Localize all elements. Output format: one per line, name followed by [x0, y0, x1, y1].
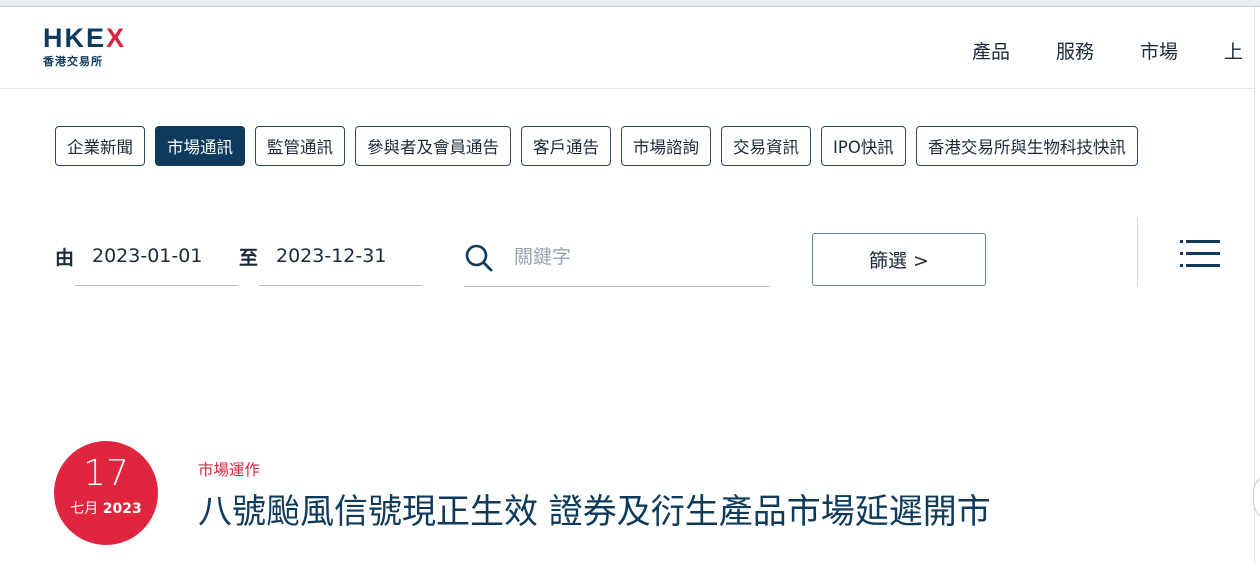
tab-regulatory-communications[interactable]: 監管通訊 — [255, 126, 345, 166]
nav-services[interactable]: 服務 — [1056, 37, 1094, 64]
top-navigation: 產品 服務 市場 上 — [972, 37, 1260, 64]
to-label: 至 — [239, 247, 259, 269]
tab-client-notices[interactable]: 客戶通告 — [521, 126, 611, 166]
nav-listing[interactable]: 上 — [1224, 37, 1243, 64]
logo-subtitle: 香港交易所 — [43, 55, 103, 68]
news-category[interactable]: 市場運作 — [198, 458, 260, 480]
hamburger-menu-icon[interactable] — [1180, 238, 1220, 270]
news-month-year: 七月 2023 — [54, 498, 158, 518]
search-icon[interactable] — [464, 243, 494, 273]
news-date-badge: 17 七月 2023 — [54, 441, 158, 545]
nav-market[interactable]: 市場 — [1140, 37, 1178, 64]
filter-button[interactable]: 篩選 > — [812, 233, 986, 286]
from-label: 由 — [55, 247, 75, 269]
tab-market-communications[interactable]: 市場通訊 — [155, 126, 245, 166]
to-date-field[interactable]: 2023-12-31 — [259, 232, 422, 286]
tab-ipo-news[interactable]: IPO快訊 — [821, 126, 906, 166]
tab-participant-circulars[interactable]: 參與者及會員通告 — [355, 126, 511, 166]
news-year: 2023 — [102, 501, 142, 517]
browser-top-edge — [0, 0, 1260, 7]
tab-biotech-news[interactable]: 香港交易所與生物科技快訊 — [915, 126, 1138, 166]
from-date-field[interactable]: 2023-01-01 — [75, 232, 238, 286]
tab-trading-information[interactable]: 交易資訊 — [721, 126, 811, 166]
keyword-search — [464, 232, 770, 287]
category-tabs: 企業新聞 市場通訊 監管通訊 參與者及會員通告 客戶通告 市場諮詢 交易資訊 I… — [55, 126, 1148, 166]
nav-products[interactable]: 產品 — [972, 37, 1010, 64]
tab-market-consultations[interactable]: 市場諮詢 — [621, 126, 711, 166]
news-month: 七月 — [70, 501, 99, 517]
toolbar-divider — [1137, 218, 1138, 286]
news-title[interactable]: 八號颱風信號現正生效 證券及衍生產品市場延遲開市 — [198, 484, 991, 533]
tab-corporate-news[interactable]: 企業新聞 — [55, 126, 145, 166]
news-day: 17 — [83, 453, 129, 494]
site-header: HKEX 香港交易所 產品 服務 市場 上 — [0, 7, 1260, 89]
keyword-input[interactable] — [512, 242, 756, 272]
hkex-logo[interactable]: HKEX 香港交易所 — [43, 24, 135, 72]
logo-wordmark: HKEX — [43, 23, 127, 53]
